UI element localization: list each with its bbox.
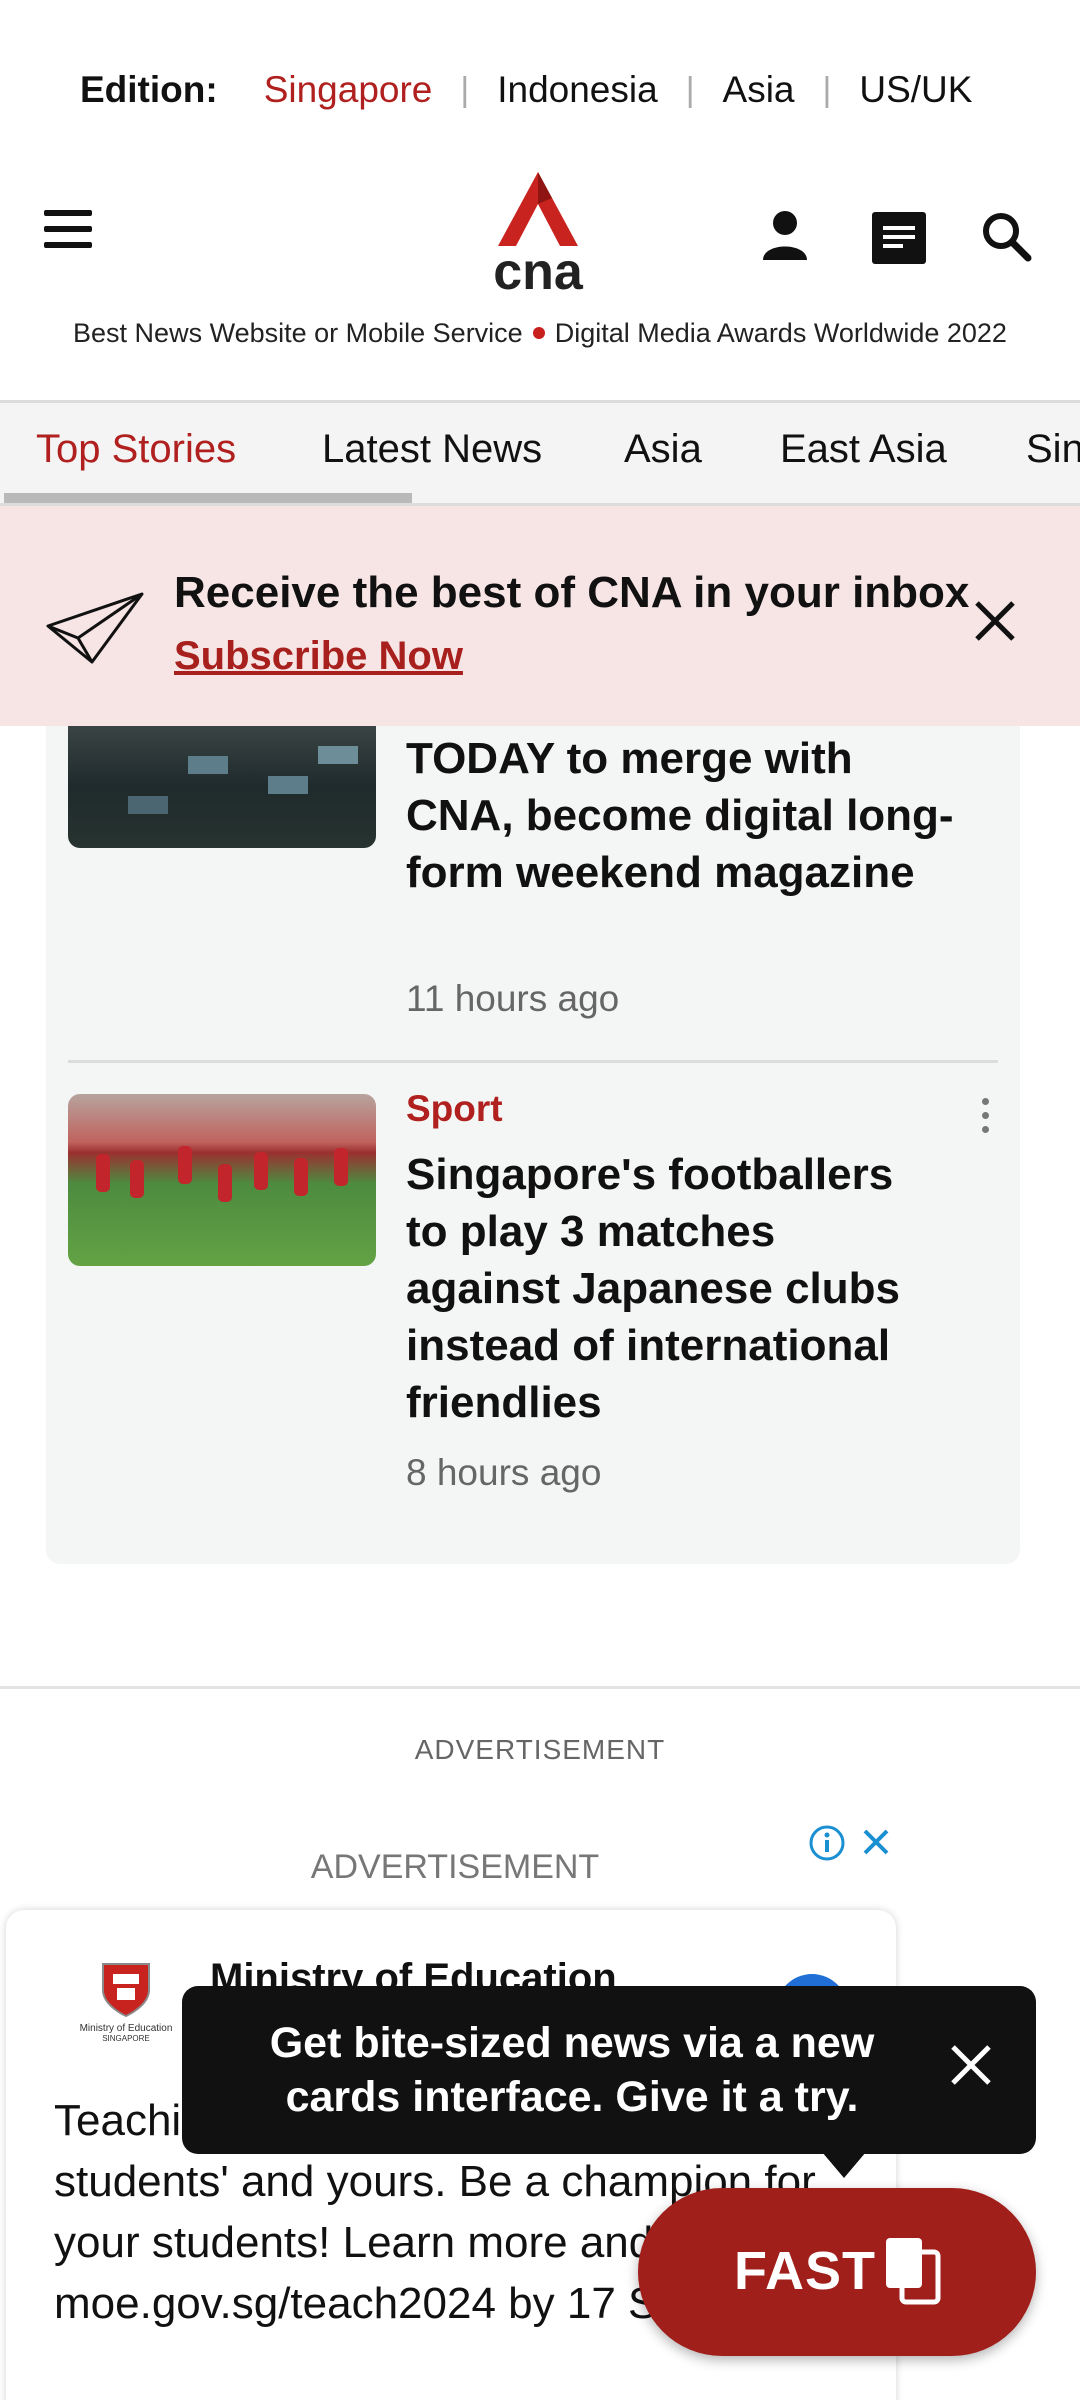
moe-crest-icon	[102, 1963, 150, 2018]
section-nav: Top Stories Latest News Asia East Asia S…	[0, 400, 1080, 506]
story-timestamp: 11 hours ago	[406, 978, 620, 1019]
fast-button-label: FAST	[734, 2241, 877, 2301]
tab-top-stories[interactable]: Top Stories	[36, 427, 236, 472]
tooltip-close-icon[interactable]	[948, 2042, 994, 2088]
more-options-icon[interactable]	[982, 1098, 994, 1140]
story-category[interactable]: Sport	[406, 1088, 503, 1130]
cna-logo[interactable]: cna	[490, 172, 586, 294]
fast-button[interactable]: FAST	[638, 2188, 1036, 2356]
logo-text: cna	[493, 243, 584, 294]
stacked-cards-icon	[886, 2238, 941, 2305]
ad-label: ADVERTISEMENT	[414, 1734, 666, 1765]
edition-singapore[interactable]: Singapore	[264, 69, 433, 111]
story-divider	[68, 1060, 998, 1063]
tooltip-pointer	[822, 2152, 866, 2178]
menu-icon[interactable]	[44, 210, 92, 250]
moe-caption-sub: SINGAPORE	[102, 2034, 150, 2043]
edition-divider: |	[822, 70, 832, 109]
moe-logo: Ministry of Education SINGAPORE	[66, 1960, 186, 2043]
story-timestamp: 8 hours ago	[406, 1452, 602, 1493]
subscribe-now-link[interactable]: Subscribe Now	[174, 634, 463, 679]
story-thumbnail[interactable]	[68, 1094, 376, 1266]
story-title[interactable]: TODAY to merge with CNA, become digital …	[406, 730, 966, 901]
fast-tooltip: Get bite-sized news via a new cards inte…	[182, 1986, 1036, 2178]
site-header: cna	[0, 160, 1080, 300]
tagline-event: Digital Media Awards Worldwide 2022	[554, 318, 1007, 348]
tab-singapore[interactable]: Singapore	[1026, 427, 1080, 472]
active-tab-indicator	[4, 493, 412, 503]
subscribe-banner: Receive the best of CNA in your inbox Su…	[0, 506, 1080, 726]
edition-indonesia[interactable]: Indonesia	[497, 69, 657, 111]
story-thumbnail[interactable]	[68, 726, 376, 848]
tab-east-asia[interactable]: East Asia	[780, 427, 947, 472]
tab-asia[interactable]: Asia	[624, 427, 702, 472]
tooltip-text: Get bite-sized news via a new cards inte…	[269, 2019, 875, 2121]
edition-divider: |	[685, 70, 695, 109]
edition-us-uk[interactable]: US/UK	[859, 69, 972, 111]
award-tagline: Best News Website or Mobile Service Digit…	[0, 318, 1080, 349]
tab-latest-news[interactable]: Latest News	[322, 427, 542, 472]
close-icon[interactable]	[972, 598, 1018, 644]
cards-icon[interactable]	[872, 212, 926, 264]
edition-bar: Edition: Singapore | Indonesia | Asia | …	[80, 60, 1020, 120]
paper-plane-icon	[46, 592, 144, 664]
search-icon[interactable]	[980, 210, 1032, 262]
edition-divider: |	[460, 70, 470, 109]
ad-inner-label: ADVERTISEMENT	[310, 1848, 600, 1886]
subscribe-title: Receive the best of CNA in your inbox	[174, 568, 970, 617]
edition-label: Edition:	[80, 69, 218, 110]
moe-caption: Ministry of Education	[79, 2023, 173, 2034]
tagline-award: Best News Website or Mobile Service	[73, 318, 523, 348]
ad-info-icon[interactable]	[808, 1824, 846, 1862]
ad-divider	[0, 1686, 1080, 1689]
user-icon[interactable]	[762, 210, 808, 260]
edition-asia[interactable]: Asia	[723, 69, 795, 111]
ad-close-icon[interactable]	[860, 1826, 892, 1858]
tagline-dot	[532, 327, 545, 340]
story-title[interactable]: Singapore's footballers to play 3 matche…	[406, 1146, 926, 1431]
